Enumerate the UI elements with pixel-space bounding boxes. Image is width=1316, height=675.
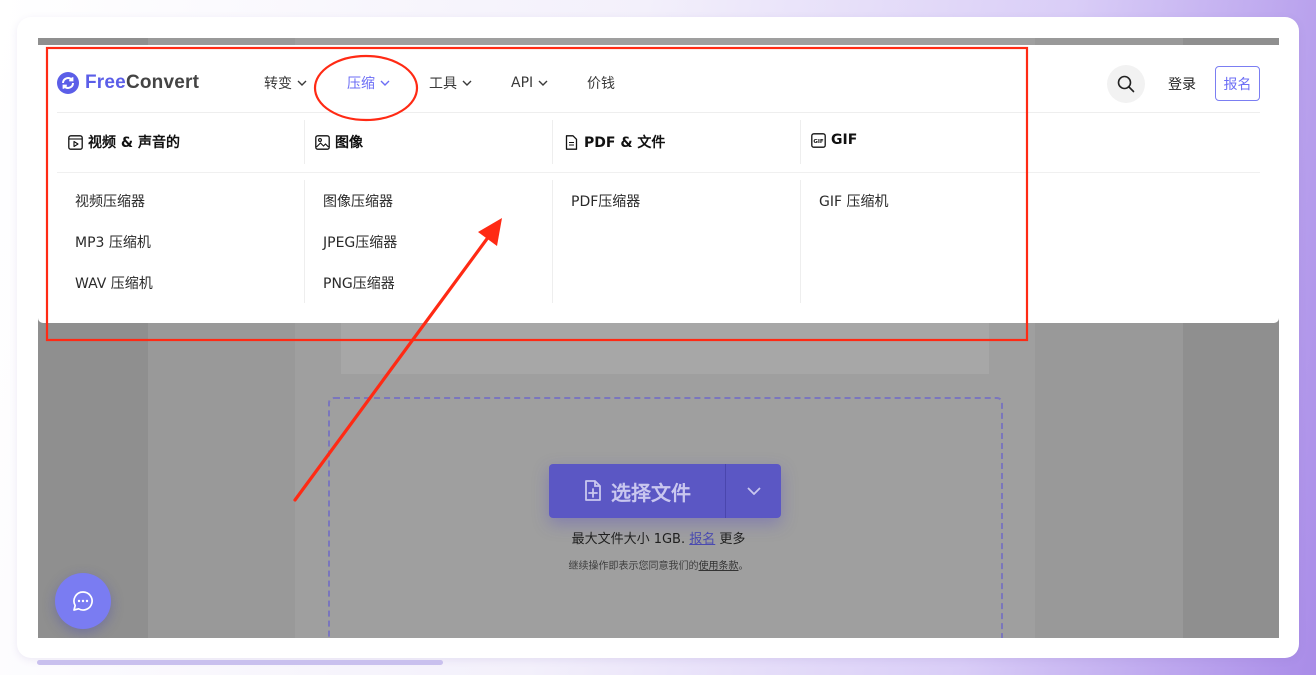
category-pdf-documents-label: PDF & 文件 <box>584 135 666 151</box>
site-header: FreeConvert 转变 压缩 工具 API 价钱 登录 报名 <box>38 45 1279 113</box>
nav-convert-label: 转变 <box>264 76 292 92</box>
browser-viewport: 选择文件 最大文件大小 1GB. 报名 更多 继续操作即表示您同意我们的使用条款… <box>38 38 1279 638</box>
terms-link[interactable]: 使用条款 <box>699 561 739 572</box>
header-mega-menu: FreeConvert 转变 压缩 工具 API 价钱 登录 报名 视频 & 声… <box>38 45 1279 323</box>
logo-text-free: Free <box>85 72 126 93</box>
signup-link[interactable]: 报名 <box>689 532 715 547</box>
upload-split-button[interactable]: 选择文件 <box>549 464 781 518</box>
nav-api[interactable]: API <box>511 73 548 93</box>
menu-item-image-compressor[interactable]: 图像压缩器 <box>323 191 393 211</box>
chat-bubble-icon <box>73 591 93 611</box>
menu-item-pdf-compressor[interactable]: PDF压缩器 <box>571 191 640 211</box>
nav-convert[interactable]: 转变 <box>264 73 307 93</box>
column-separator <box>304 120 305 164</box>
chat-button[interactable] <box>55 573 111 629</box>
content-placeholder <box>341 318 989 374</box>
nav-api-label: API <box>511 75 534 91</box>
logo-text: FreeConvert <box>85 72 199 94</box>
scrollbar[interactable] <box>37 660 443 665</box>
column-separator <box>304 180 305 303</box>
menu-item-png-compressor[interactable]: PNG压缩器 <box>323 273 395 293</box>
menu-item-video-compressor[interactable]: 视频压缩器 <box>75 191 145 211</box>
signup-button[interactable]: 报名 <box>1215 66 1260 101</box>
video-icon <box>68 134 83 150</box>
logo-icon <box>57 72 79 94</box>
terms-note: 继续操作即表示您同意我们的使用条款。 <box>38 557 1279 572</box>
category-image-label: 图像 <box>335 135 363 151</box>
search-button[interactable] <box>1107 65 1145 103</box>
nav-tools[interactable]: 工具 <box>429 73 472 93</box>
gif-icon: GIF <box>811 132 826 148</box>
nav-pricing[interactable]: 价钱 <box>587 73 615 93</box>
category-video-audio-label: 视频 & 声音的 <box>88 135 180 151</box>
choose-file-button[interactable]: 选择文件 <box>549 464 725 518</box>
freeconvert-logo[interactable]: FreeConvert <box>57 72 199 94</box>
search-icon <box>1117 75 1135 93</box>
category-divider <box>57 172 1260 173</box>
category-image: 图像 <box>315 132 363 152</box>
image-icon <box>315 134 330 150</box>
chevron-down-icon <box>297 80 307 86</box>
upload-source-dropdown[interactable] <box>725 464 781 518</box>
column-separator <box>552 180 553 303</box>
category-gif: GIF GIF <box>811 132 857 148</box>
max-file-size-note: 最大文件大小 1GB. 报名 更多 <box>38 528 1279 547</box>
menu-item-mp3-compressor[interactable]: MP3 压缩机 <box>75 232 151 252</box>
menu-item-gif-compressor[interactable]: GIF 压缩机 <box>819 191 888 211</box>
max-size-text: 最大文件大小 1GB. <box>571 532 686 547</box>
column-separator <box>552 120 553 164</box>
nav-compress-label: 压缩 <box>347 76 375 92</box>
column-separator <box>800 180 801 303</box>
nav-compress[interactable]: 压缩 <box>347 73 390 93</box>
choose-file-label: 选择文件 <box>611 480 691 505</box>
menu-item-jpeg-compressor[interactable]: JPEG压缩器 <box>323 232 397 252</box>
chevron-down-icon <box>462 80 472 86</box>
header-divider <box>57 112 1260 113</box>
category-video-audio: 视频 & 声音的 <box>68 132 180 152</box>
login-link[interactable]: 登录 <box>1168 74 1196 94</box>
terms-period: 。 <box>738 561 749 572</box>
terms-text: 继续操作即表示您同意我们的 <box>568 561 699 572</box>
category-pdf-documents: PDF & 文件 <box>564 132 665 152</box>
category-gif-label: GIF <box>831 132 858 148</box>
chevron-down-icon <box>538 80 548 86</box>
logo-text-convert: Convert <box>125 72 200 93</box>
svg-text:GIF: GIF <box>813 139 824 145</box>
more-text: 更多 <box>715 532 746 547</box>
document-icon <box>565 134 578 150</box>
nav-tools-label: 工具 <box>429 76 457 92</box>
chevron-down-icon <box>380 80 390 86</box>
chevron-down-icon <box>746 487 761 495</box>
add-file-icon <box>585 480 601 501</box>
nav-pricing-label: 价钱 <box>587 76 615 92</box>
menu-item-wav-compressor[interactable]: WAV 压缩机 <box>75 273 153 293</box>
column-separator <box>800 120 801 164</box>
